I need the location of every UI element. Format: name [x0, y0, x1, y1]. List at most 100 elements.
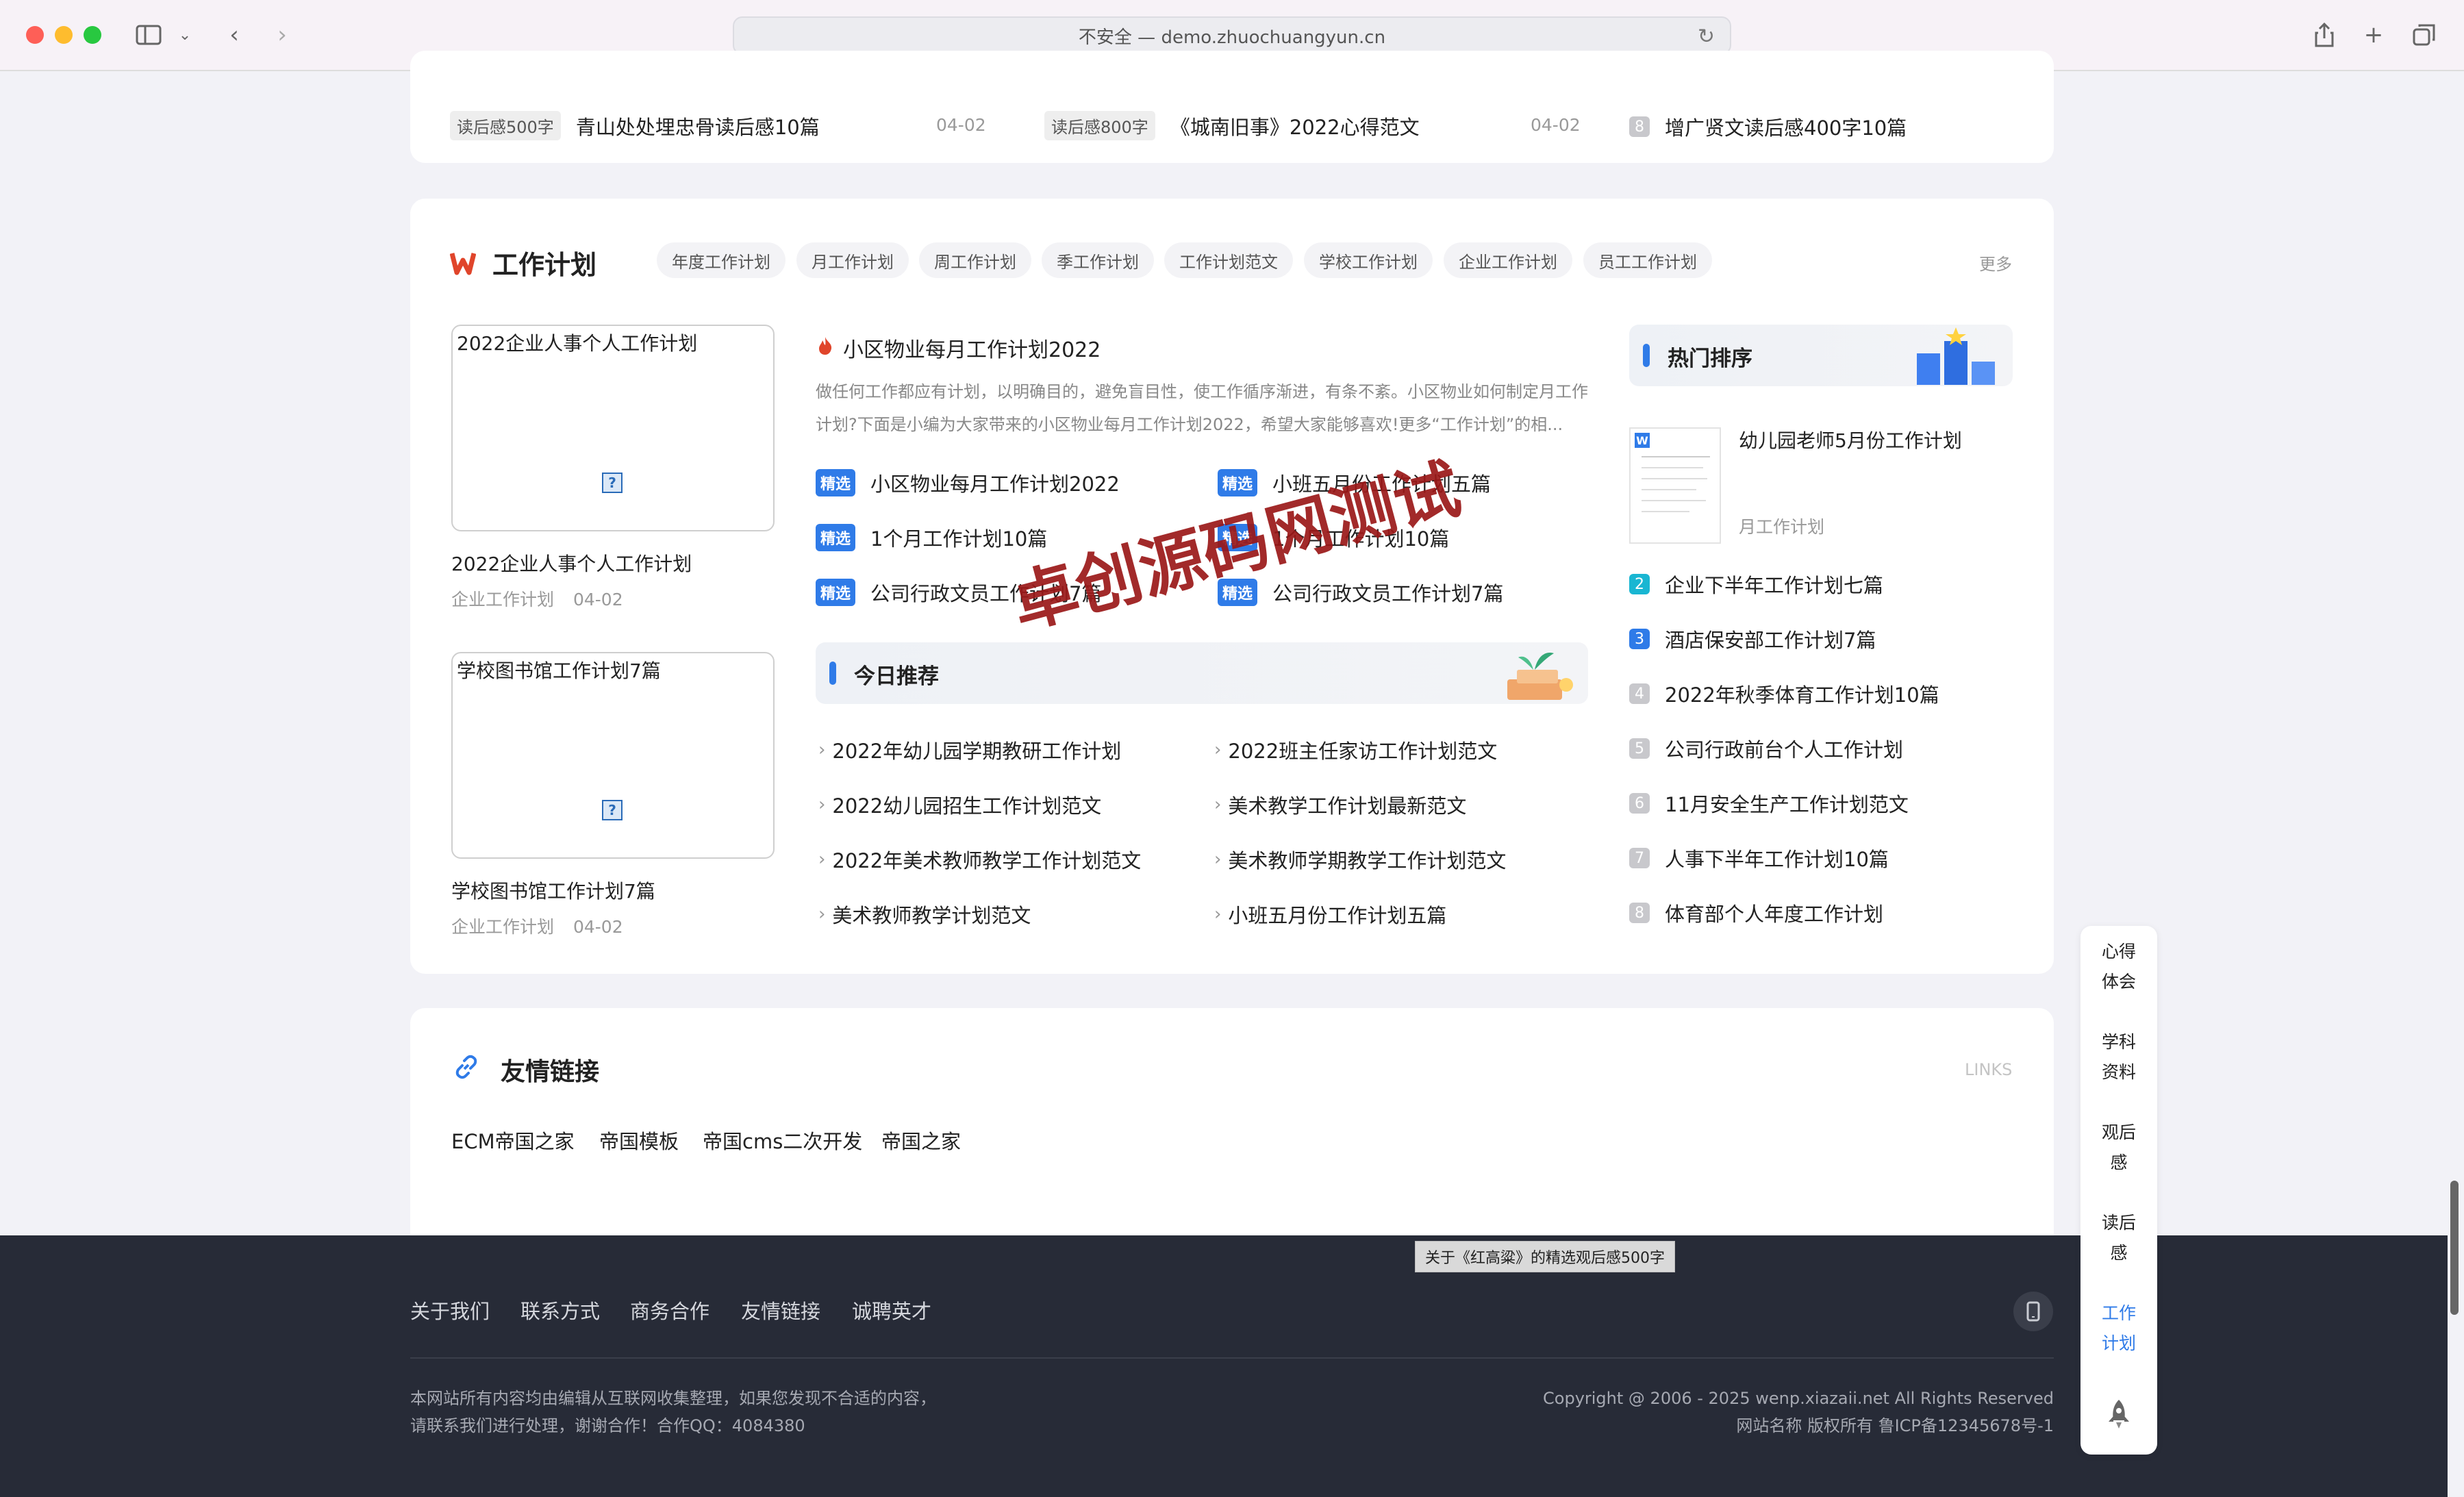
- pick-title[interactable]: 小区物业每月工作计划2022: [870, 468, 1120, 497]
- article-title[interactable]: 青山处处埋忠骨读后感10篇: [576, 112, 820, 140]
- hot-list-item[interactable]: 2 企业下半年工作计划七篇: [1629, 570, 1883, 599]
- tab-enterprise-plan[interactable]: 企业工作计划: [1444, 242, 1572, 278]
- list-item[interactable]: 读后感800字 《城南旧事》2022心得范文: [1044, 111, 1420, 140]
- doc-line: [1642, 456, 1710, 457]
- recommend-title[interactable]: 美术教师教学计划范文: [832, 900, 1031, 929]
- recommend-item[interactable]: › 美术教师学期教学工作计划范文: [1214, 845, 1506, 874]
- tab-monthly-plan[interactable]: 月工作计划: [796, 242, 909, 278]
- footer-link-about[interactable]: 关于我们: [410, 1296, 490, 1324]
- footer-link-business[interactable]: 商务合作: [630, 1296, 709, 1324]
- category-tag[interactable]: 读后感800字: [1044, 111, 1155, 140]
- footer-link-jobs[interactable]: 诚聘英才: [852, 1296, 931, 1324]
- hot-top-category[interactable]: 月工作计划: [1739, 514, 1824, 538]
- featured-title[interactable]: 小区物业每月工作计划2022: [843, 333, 1101, 363]
- sidebar-toggle-icon[interactable]: [131, 19, 166, 51]
- recommend-item[interactable]: › 2022年美术教师教学工作计划范文: [818, 845, 1141, 874]
- tab-school-plan[interactable]: 学校工作计划: [1304, 242, 1433, 278]
- chevron-down-icon[interactable]: ⌄: [177, 19, 193, 51]
- tab-quarterly-plan[interactable]: 季工作计划: [1042, 242, 1154, 278]
- doc-line: [1642, 511, 1689, 512]
- pick-item[interactable]: 精选 小区物业每月工作计划2022: [816, 468, 1120, 497]
- friend-link[interactable]: ECM帝国之家: [451, 1126, 575, 1155]
- hot-top-title[interactable]: 幼儿园老师5月份工作计划: [1739, 426, 1962, 453]
- today-header: 今日推荐: [816, 642, 1588, 704]
- more-link[interactable]: 更多: [1979, 251, 2012, 275]
- float-nav-item[interactable]: 心得 体会: [2080, 937, 2157, 997]
- maximize-window-button[interactable]: [84, 26, 101, 44]
- disclaimer-line: 本网站所有内容均由编辑从互联网收集整理，如果您发现不合适的内容，: [410, 1389, 936, 1408]
- new-tab-icon[interactable]: +: [2360, 19, 2387, 51]
- hot-title[interactable]: 体育部个人年度工作计划: [1665, 898, 1883, 927]
- category-label[interactable]: 企业工作计划: [451, 917, 554, 937]
- article-title[interactable]: 《城南旧事》2022心得范文: [1170, 112, 1420, 140]
- article-title[interactable]: 增广贤文读后感400字10篇: [1665, 112, 1907, 141]
- float-nav-label: 感: [2110, 1243, 2128, 1263]
- float-nav-item-active[interactable]: 工作 计划: [2080, 1298, 2157, 1359]
- friend-link[interactable]: 帝国模板: [599, 1126, 679, 1155]
- recommend-title[interactable]: 2022年美术教师教学工作计划范文: [832, 845, 1141, 874]
- thumbnail-caption[interactable]: 2022企业人事个人工作计划: [451, 549, 692, 577]
- recommend-title[interactable]: 小班五月份工作计划五篇: [1228, 900, 1446, 929]
- recommend-item[interactable]: › 2022幼儿园招生工作计划范文: [818, 790, 1101, 819]
- hot-top-thumbnail[interactable]: W: [1629, 427, 1721, 544]
- share-icon[interactable]: [2311, 19, 2338, 51]
- copyright-line: 网站名称 版权所有 鲁ICP备12345678号-1: [1736, 1416, 2054, 1435]
- tab-staff-plan[interactable]: 员工工作计划: [1583, 242, 1712, 278]
- float-nav-item[interactable]: 学科 资料: [2080, 1027, 2157, 1087]
- page-scrollbar[interactable]: [2450, 1181, 2459, 1315]
- mobile-phone-icon[interactable]: [2013, 1292, 2053, 1331]
- pick-item[interactable]: 精选 1个月工作计划10篇: [816, 523, 1047, 552]
- forward-icon[interactable]: ›: [268, 19, 296, 51]
- rocket-icon[interactable]: [2107, 1398, 2131, 1430]
- thumbnail-caption[interactable]: 学校图书馆工作计划7篇: [451, 877, 655, 904]
- recommend-item[interactable]: › 2022年幼儿园学期教研工作计划: [818, 735, 1121, 764]
- tab-weekly-plan[interactable]: 周工作计划: [919, 242, 1031, 278]
- list-item[interactable]: 读后感500字 青山处处埋忠骨读后感10篇: [450, 111, 820, 140]
- featured-article[interactable]: 小区物业每月工作计划2022: [817, 333, 1101, 363]
- hot-list-item[interactable]: 3 酒店保安部工作计划7篇: [1629, 625, 1876, 653]
- recommend-title[interactable]: 2022班主任家访工作计划范文: [1228, 735, 1497, 764]
- category-label[interactable]: 企业工作计划: [451, 590, 554, 609]
- article-thumbnail[interactable]: 2022企业人事个人工作计划 ?: [451, 325, 775, 531]
- hot-title[interactable]: 公司行政前台个人工作计划: [1665, 734, 1903, 763]
- hot-title[interactable]: 人事下半年工作计划10篇: [1665, 844, 1889, 872]
- article-thumbnail[interactable]: 学校图书馆工作计划7篇 ?: [451, 652, 775, 859]
- pick-title[interactable]: 公司行政文员工作计划7篇: [1272, 578, 1503, 607]
- hot-list-item[interactable]: 5 公司行政前台个人工作计划: [1629, 734, 1903, 763]
- hot-title[interactable]: 企业下半年工作计划七篇: [1665, 570, 1883, 599]
- tab-plan-samples[interactable]: 工作计划范文: [1164, 242, 1293, 278]
- friend-link[interactable]: 帝国之家: [881, 1126, 961, 1155]
- close-window-button[interactable]: [26, 26, 44, 44]
- pick-title[interactable]: 1个月工作计划10篇: [870, 523, 1047, 552]
- recommend-title[interactable]: 美术教师学期教学工作计划范文: [1228, 845, 1506, 874]
- back-icon[interactable]: ‹: [221, 19, 248, 51]
- friend-link[interactable]: 帝国cms二次开发: [703, 1126, 862, 1155]
- recommend-item[interactable]: › 美术教师教学计划范文: [818, 900, 1031, 929]
- tab-overview-icon[interactable]: [2411, 19, 2438, 51]
- hot-list-item[interactable]: 4 2022年秋季体育工作计划10篇: [1629, 679, 1939, 708]
- hot-title[interactable]: 11月安全生产工作计划范文: [1665, 789, 1909, 818]
- recommend-item[interactable]: › 美术教学工作计划最新范文: [1214, 790, 1466, 819]
- recommend-item[interactable]: › 2022班主任家访工作计划范文: [1214, 735, 1497, 764]
- hot-list-item[interactable]: 6 11月安全生产工作计划范文: [1629, 789, 1909, 818]
- float-nav-item[interactable]: 观后感: [2080, 1118, 2157, 1178]
- hot-list-item[interactable]: 7 人事下半年工作计划10篇: [1629, 844, 1889, 872]
- float-nav-item[interactable]: 读后感: [2080, 1208, 2157, 1268]
- hot-list-item[interactable]: 8 体育部个人年度工作计划: [1629, 898, 1883, 927]
- footer-link-contact[interactable]: 联系方式: [520, 1296, 600, 1324]
- recommend-title[interactable]: 2022幼儿园招生工作计划范文: [832, 790, 1101, 819]
- recommend-title[interactable]: 美术教学工作计划最新范文: [1228, 790, 1466, 819]
- broken-image-icon: ?: [602, 473, 623, 493]
- recommend-item[interactable]: › 小班五月份工作计划五篇: [1214, 900, 1446, 929]
- hot-title[interactable]: 2022年秋季体育工作计划10篇: [1665, 679, 1939, 708]
- minimize-window-button[interactable]: [55, 26, 73, 44]
- address-bar[interactable]: 不安全 — demo.zhuochuangyun.cn ↻: [733, 16, 1731, 55]
- footer-link-friends[interactable]: 友情链接: [741, 1296, 820, 1324]
- reload-icon[interactable]: ↻: [1698, 25, 1715, 49]
- section-title: 友情链接: [501, 1058, 600, 1086]
- tab-annual-plan[interactable]: 年度工作计划: [657, 242, 785, 278]
- recommend-title[interactable]: 2022年幼儿园学期教研工作计划: [832, 735, 1121, 764]
- list-item[interactable]: 8 增广贤文读后感400字10篇: [1629, 112, 1907, 141]
- hot-title[interactable]: 酒店保安部工作计划7篇: [1665, 625, 1876, 653]
- category-tag[interactable]: 读后感500字: [450, 111, 561, 140]
